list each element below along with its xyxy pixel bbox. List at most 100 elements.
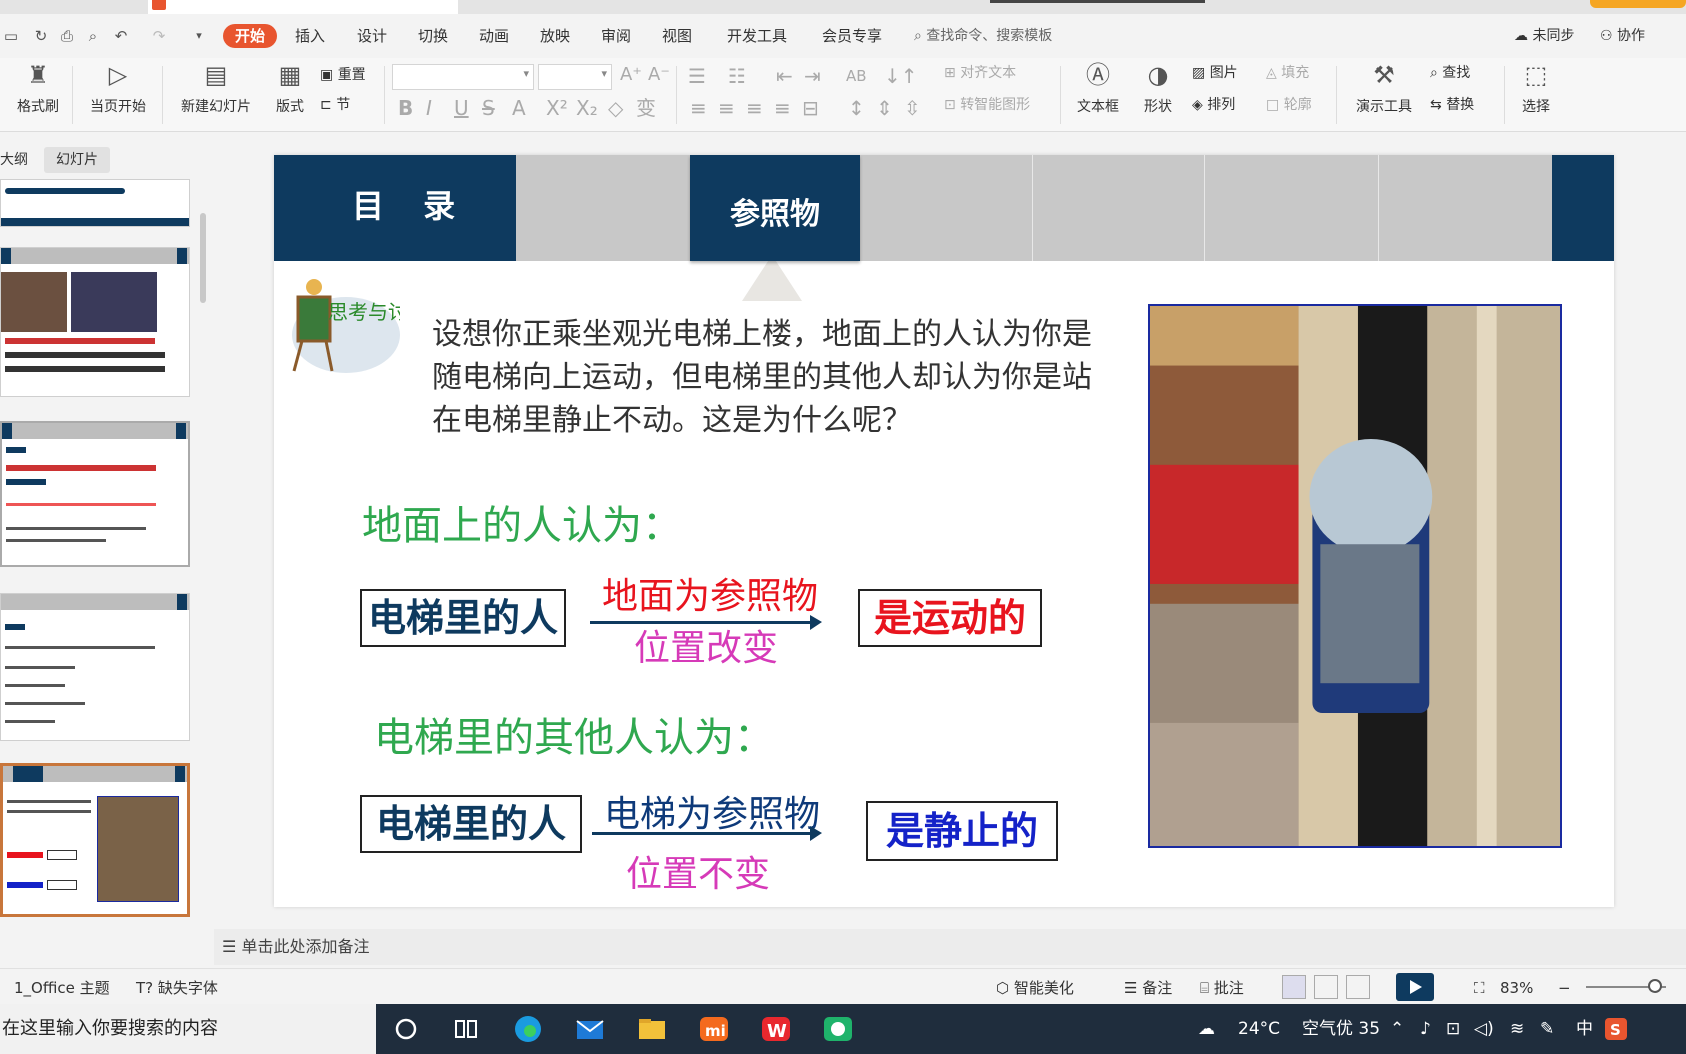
task-view-icon[interactable] xyxy=(450,1013,482,1045)
fill-button[interactable]: ◬ 填充 xyxy=(1266,62,1309,84)
smart-shape-button[interactable]: ⊡ 转智能图形 xyxy=(944,94,1030,116)
reading-view-icon[interactable] xyxy=(1346,975,1370,999)
open-icon[interactable]: ▭ xyxy=(2,27,20,45)
new-slide-button[interactable]: ▤ 新建幻灯片 xyxy=(170,60,262,116)
text-case-icon[interactable]: AB xyxy=(846,64,867,88)
clear-format-icon[interactable]: ◇ xyxy=(608,96,623,120)
notes-toggle-button[interactable]: ☰ 备注 xyxy=(1124,977,1172,999)
sorter-view-icon[interactable] xyxy=(1314,975,1338,999)
slide-thumbnail[interactable] xyxy=(0,421,190,567)
tab-slides[interactable]: 幻灯片 xyxy=(44,147,110,173)
menu-design[interactable]: 设计 xyxy=(357,24,387,48)
sync-status[interactable]: ☁ 未同步 xyxy=(1514,24,1574,48)
layout-button[interactable]: ▦ 版式 xyxy=(268,60,312,116)
italic-icon[interactable]: I xyxy=(426,96,432,120)
smart-beautify-button[interactable]: ⬡ 智能美化 xyxy=(996,977,1074,999)
numbering-icon[interactable]: ☷ xyxy=(728,64,746,88)
line-spacing-icon[interactable]: ↕ xyxy=(848,96,865,120)
font-color-icon[interactable]: A xyxy=(512,96,526,120)
reset-button[interactable]: ▣ 重置 xyxy=(320,64,366,86)
play-from-current-button[interactable]: ▷ 当页开始 xyxy=(80,60,156,116)
microphone-icon[interactable]: ♪ xyxy=(1420,1004,1431,1054)
tab-outline[interactable]: 大纲 xyxy=(0,147,28,173)
bullets-icon[interactable]: ☰ xyxy=(688,64,706,88)
edge-browser-icon[interactable] xyxy=(512,1013,544,1045)
underline-icon[interactable]: U xyxy=(454,96,469,120)
sogou-ime-icon[interactable]: S xyxy=(1604,1017,1628,1041)
align-center-icon[interactable]: ≡ xyxy=(718,96,735,120)
superscript-icon[interactable]: X² xyxy=(546,96,568,120)
print-preview-icon[interactable]: ⌕ xyxy=(84,27,102,45)
redo-icon[interactable]: ↷ xyxy=(150,27,168,45)
pen-icon[interactable]: ✎ xyxy=(1540,1004,1554,1054)
menu-slideshow[interactable]: 放映 xyxy=(540,24,570,48)
decrease-indent-icon[interactable]: ⇤ xyxy=(776,64,793,88)
menu-home[interactable]: 开始 xyxy=(223,24,278,48)
justify-icon[interactable]: ≡ xyxy=(774,96,791,120)
slide-thumbnail[interactable] xyxy=(0,247,190,397)
align-left-icon[interactable]: ≡ xyxy=(690,96,707,120)
normal-view-icon[interactable] xyxy=(1282,975,1306,999)
select-button[interactable]: ⬚ 选择 xyxy=(1510,60,1562,116)
shape-button[interactable]: ◑ 形状 xyxy=(1132,60,1184,116)
slide-canvas[interactable]: 目 录 参照物 思考与讨论 设想你正乘坐观光电梯上楼，地面上的人认为你是随电梯向… xyxy=(274,155,1614,907)
font-grow-icon[interactable]: A⁺ xyxy=(620,64,642,86)
replace-button[interactable]: ⇆ 替换 xyxy=(1430,94,1474,116)
thumbnail-scrollbar[interactable] xyxy=(200,213,206,303)
missing-font-button[interactable]: T? 缺失字体 xyxy=(136,977,218,999)
strikethrough-icon[interactable]: S xyxy=(482,96,495,120)
wps-office-icon[interactable]: W xyxy=(760,1013,792,1045)
collaborate-button[interactable]: ⚇ 协作 xyxy=(1600,24,1645,48)
present-tools-button[interactable]: ⚒ 演示工具 xyxy=(1344,60,1424,116)
menu-transition[interactable]: 切换 xyxy=(418,24,448,48)
section-button[interactable]: ⊏ 节 xyxy=(320,94,350,116)
document-tab[interactable] xyxy=(148,0,458,14)
text-direction-icon[interactable]: ⇳ xyxy=(904,96,921,120)
ime-indicator[interactable]: 中 xyxy=(1576,1004,1593,1054)
air-quality[interactable]: 空气优 35 xyxy=(1302,1004,1380,1054)
tray-chevron-icon[interactable]: ⌃ xyxy=(1390,1004,1404,1054)
font-family-select[interactable] xyxy=(392,64,534,90)
play-slideshow-button[interactable] xyxy=(1396,973,1434,1001)
format-brush-button[interactable]: ♜ 格式刷 xyxy=(10,60,66,116)
arrange-button[interactable]: ◈ 排列 xyxy=(1192,94,1235,116)
menu-animation[interactable]: 动画 xyxy=(479,24,509,48)
para-spacing-icon[interactable]: ⇕ xyxy=(876,96,893,120)
menu-insert[interactable]: 插入 xyxy=(295,24,325,48)
slide-thumbnail-current[interactable] xyxy=(0,763,190,917)
undo-icon[interactable]: ↶ xyxy=(112,27,130,45)
phonetic-guide-icon[interactable]: 变 xyxy=(636,96,656,120)
command-search[interactable]: ⌕ 查找命令、搜索模板 xyxy=(914,24,1052,48)
font-size-select[interactable] xyxy=(538,64,612,90)
align-text-button[interactable]: ⊞ 对齐文本 xyxy=(944,62,1016,84)
print-icon[interactable]: ⎙ xyxy=(58,27,76,45)
menu-developer[interactable]: 开发工具 xyxy=(727,24,787,48)
zoom-level[interactable]: 83% xyxy=(1500,977,1533,999)
taskbar-search-box[interactable]: 在这里输入你要搜索的内容 xyxy=(0,1004,376,1054)
subscript-icon[interactable]: X₂ xyxy=(576,96,598,120)
save-icon[interactable]: ↻ xyxy=(32,27,50,45)
zoom-out-icon[interactable]: − xyxy=(1558,977,1571,999)
network-icon[interactable]: ⊡ xyxy=(1446,1004,1460,1054)
mail-icon[interactable] xyxy=(574,1013,606,1045)
sort-icon[interactable]: ↓↑ xyxy=(884,64,918,88)
file-explorer-icon[interactable] xyxy=(636,1013,668,1045)
outline-button[interactable]: □ 轮廓 xyxy=(1266,94,1312,116)
slide-thumbnail[interactable] xyxy=(0,179,190,227)
member-badge[interactable] xyxy=(1590,0,1686,8)
comments-button[interactable]: ⌸ 批注 xyxy=(1200,977,1244,999)
text-box-button[interactable]: Ⓐ 文本框 xyxy=(1068,60,1128,116)
fit-window-icon[interactable]: ⛶ xyxy=(1474,977,1485,999)
weather-cloud-icon[interactable]: ☁ xyxy=(1198,1004,1215,1054)
theme-name[interactable]: 1_Office 主题 xyxy=(14,977,110,999)
picture-button[interactable]: ▨ 图片 xyxy=(1192,62,1238,84)
green-app-icon[interactable] xyxy=(822,1013,854,1045)
wifi-icon[interactable]: ≋ xyxy=(1510,1004,1524,1054)
menu-view[interactable]: 视图 xyxy=(662,24,692,48)
menu-member[interactable]: 会员专享 xyxy=(822,24,882,48)
cortana-icon[interactable] xyxy=(390,1013,422,1045)
find-button[interactable]: ⌕ 查找 xyxy=(1430,62,1470,84)
font-shrink-icon[interactable]: A⁻ xyxy=(648,64,670,86)
bold-icon[interactable]: B xyxy=(398,96,413,120)
temperature[interactable]: 24°C xyxy=(1238,1004,1280,1054)
